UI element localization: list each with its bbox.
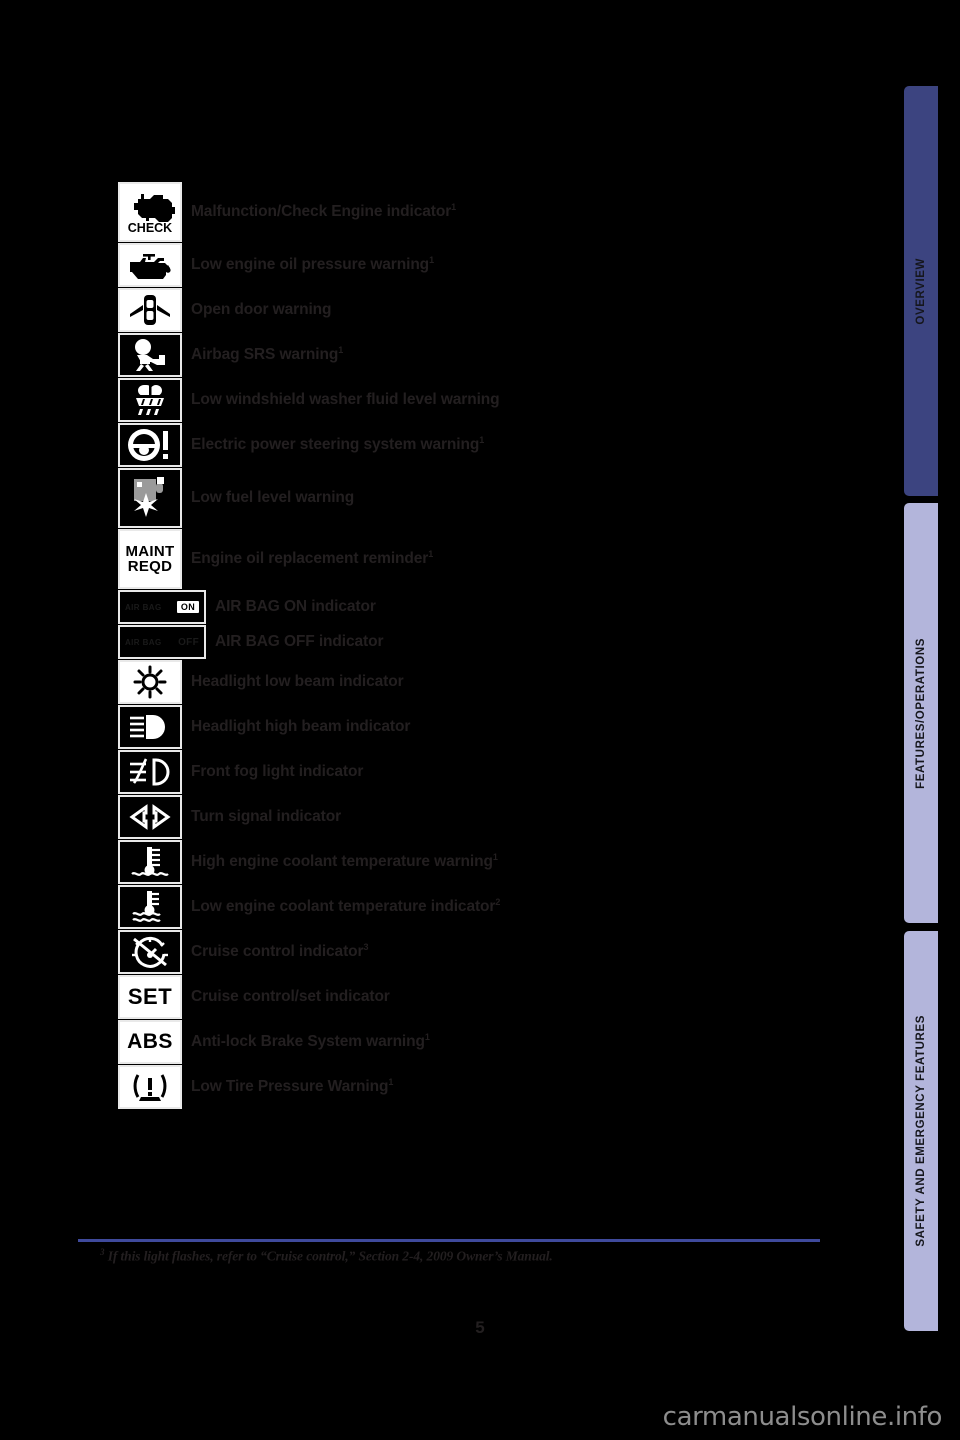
abs-icon: ABS (118, 1020, 182, 1064)
maint-reqd-line1: MAINT (125, 542, 175, 560)
list-item: Electric power steering system warning1 (118, 423, 818, 467)
list-item-label: Engine oil replacement reminder1 (191, 549, 434, 568)
list-item: AIR BAG OFF AIR BAG OFF indicator (118, 625, 818, 659)
list-item-label: Front fog light indicator (191, 763, 364, 781)
list-item-label: Airbag SRS warning1 (191, 345, 344, 364)
footnote-divider (78, 1239, 820, 1242)
manual-page: CHECK Malfunction/Check Engine indicator… (0, 0, 960, 1440)
indicator-list: CHECK Malfunction/Check Engine indicator… (118, 182, 818, 1110)
open-door-icon (118, 288, 182, 332)
list-item: Low fuel level warning (118, 468, 818, 528)
list-item: Headlight low beam indicator (118, 660, 818, 704)
list-item: Airbag SRS warning1 (118, 333, 818, 377)
list-item-label: Turn signal indicator (191, 808, 342, 826)
tab-safety-emergency-features[interactable]: SAFETY AND EMERGENCY FEATURES (904, 931, 938, 1331)
section-tabs: OVERVIEW FEATURES/OPERATIONS SAFETY AND … (820, 0, 960, 1440)
list-item: MAINT REQD Engine oil replacement remind… (118, 529, 818, 589)
headlight-high-beam-icon (118, 705, 182, 749)
list-item-label: Cruise control indicator3 (191, 942, 369, 961)
list-item: SET Cruise control/set indicator (118, 975, 818, 1019)
check-engine-icon: CHECK (118, 182, 182, 242)
list-item: Open door warning (118, 288, 818, 332)
list-item: Low engine coolant temperature indicator… (118, 885, 818, 929)
list-item: Front fog light indicator (118, 750, 818, 794)
list-item: Low Tire Pressure Warning1 (118, 1065, 818, 1109)
list-item: High engine coolant temperature warning1 (118, 840, 818, 884)
list-item-label: Electric power steering system warning1 (191, 435, 485, 454)
abs-text: ABS (127, 1030, 173, 1054)
svg-text:CHECK: CHECK (128, 221, 172, 235)
turn-signal-icon (118, 795, 182, 839)
cruise-control-icon (118, 930, 182, 974)
air-bag-off-icon: AIR BAG OFF (118, 625, 206, 659)
list-item-label: Malfunction/Check Engine indicator1 (191, 202, 457, 221)
list-item: CHECK Malfunction/Check Engine indicator… (118, 182, 818, 242)
cruise-set-icon: SET (118, 975, 182, 1019)
headlight-low-beam-icon (118, 660, 182, 704)
list-item-label: Low engine coolant temperature indicator… (191, 897, 501, 916)
tab-overview-label: OVERVIEW (915, 257, 927, 325)
air-bag-off-state: OFF (178, 636, 199, 648)
list-item-label: Anti-lock Brake System warning1 (191, 1032, 430, 1051)
air-bag-on-icon: AIR BAG ON (118, 590, 206, 624)
list-item-label: Headlight high beam indicator (191, 718, 411, 736)
footnote-marker: 3 (100, 1247, 105, 1257)
list-item-label: AIR BAG ON indicator (215, 598, 376, 616)
front-fog-light-icon (118, 750, 182, 794)
airbag-srs-icon (118, 333, 182, 377)
site-watermark: carmanualsonline.info (662, 1402, 943, 1432)
tab-overview[interactable]: OVERVIEW (904, 86, 938, 496)
air-bag-off-word: AIR BAG (125, 637, 162, 647)
list-item: Turn signal indicator (118, 795, 818, 839)
low-coolant-temp-icon (118, 885, 182, 929)
power-steering-icon (118, 423, 182, 467)
air-bag-on-state: ON (176, 601, 199, 613)
list-item-label: Open door warning (191, 301, 332, 319)
cruise-set-text: SET (127, 983, 173, 1009)
list-item-label: High engine coolant temperature warning1 (191, 852, 498, 871)
tab-features-operations[interactable]: FEATURES/OPERATIONS (904, 503, 938, 923)
list-item-label: Low engine oil pressure warning1 (191, 255, 434, 274)
list-item-label: Low windshield washer fluid level warnin… (191, 391, 500, 409)
low-tire-pressure-icon (118, 1065, 182, 1109)
low-fuel-icon (118, 468, 182, 528)
tab-safety-emergency-features-label: SAFETY AND EMERGENCY FEATURES (915, 1015, 927, 1247)
footnote: 3 If this light flashes, refer to “Cruis… (100, 1247, 840, 1265)
washer-fluid-icon (118, 378, 182, 422)
list-item-label: Low fuel level warning (191, 489, 355, 507)
air-bag-on-word: AIR BAG (125, 602, 162, 612)
list-item: ABS Anti-lock Brake System warning1 (118, 1020, 818, 1064)
list-item-label: Headlight low beam indicator (191, 673, 404, 691)
list-item: Low engine oil pressure warning1 (118, 243, 818, 287)
list-item-label: AIR BAG OFF indicator (215, 633, 384, 651)
list-item: AIR BAG ON AIR BAG ON indicator (118, 590, 818, 624)
list-item-label: Cruise control/set indicator (191, 988, 390, 1006)
high-coolant-temp-icon (118, 840, 182, 884)
maint-reqd-line2: REQD (127, 558, 173, 575)
maint-reqd-icon: MAINT REQD (118, 529, 182, 589)
page-number: 5 (475, 1318, 485, 1337)
oil-can-icon (118, 243, 182, 287)
tab-features-operations-label: FEATURES/OPERATIONS (915, 637, 927, 789)
list-item: Headlight high beam indicator (118, 705, 818, 749)
list-item: Cruise control indicator3 (118, 930, 818, 974)
list-item-label: Low Tire Pressure Warning1 (191, 1077, 394, 1096)
footnote-text: If this light flashes, refer to “Cruise … (107, 1248, 553, 1264)
list-item: Low windshield washer fluid level warnin… (118, 378, 818, 422)
